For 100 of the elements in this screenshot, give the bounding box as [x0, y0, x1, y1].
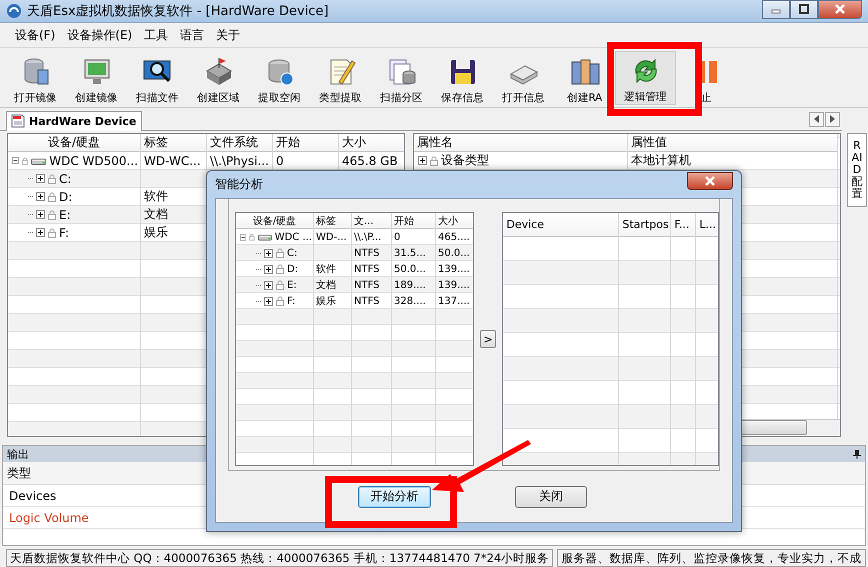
expand-toggle[interactable] [12, 156, 19, 166]
column-header[interactable]: 开始 [392, 213, 436, 229]
side-tab[interactable]: RAID配置 [847, 132, 867, 208]
column-header[interactable]: 大小 [436, 213, 473, 229]
table-cell: NTFS [354, 296, 380, 306]
table-cell: 0 [394, 232, 400, 242]
tree-item[interactable]: D: [59, 190, 72, 204]
table-cell: NTFS [354, 248, 380, 258]
menu-item[interactable]: 语言 [175, 25, 210, 46]
scroll-right-button[interactable] [825, 112, 840, 127]
toolbar-button-label[interactable]: 打开镜像 [14, 90, 57, 105]
table-cell-text: 文档 [316, 278, 336, 292]
scroll-left-button[interactable] [809, 112, 824, 127]
document-tab[interactable]: HardWare Device [6, 110, 142, 131]
column-header[interactable]: 标签 [314, 213, 352, 229]
pin-icon[interactable] [853, 450, 861, 459]
column-header[interactable]: 类型 [7, 464, 31, 482]
menu-item[interactable]: 关于 [211, 25, 246, 46]
table-cell: 50.0... [394, 264, 426, 274]
expand-toggle[interactable] [418, 156, 427, 166]
toolbar-button-label[interactable]: 逻辑管理 [624, 90, 667, 104]
close-icon [834, 4, 846, 14]
tree-item[interactable]: D: [287, 264, 298, 274]
lock-icon [276, 296, 284, 306]
column-header[interactable]: 设备/硬盘 [236, 213, 314, 229]
table-cell: 465.... [438, 232, 470, 242]
lock-icon [276, 264, 284, 274]
expand-toggle[interactable] [240, 232, 246, 242]
column-header[interactable]: 文件系统 [207, 134, 273, 152]
toolbar-button-label[interactable]: 止 [701, 90, 712, 105]
table-cell: WD-WC... [144, 154, 201, 168]
app-icon [6, 2, 22, 19]
minimize-button[interactable] [762, 0, 790, 19]
column-header[interactable]: 文... [352, 213, 392, 229]
table-cell: NTFS [354, 264, 380, 274]
column-header[interactable]: 标签 [141, 134, 207, 152]
table-cell: 娱乐 [144, 224, 168, 242]
column-header[interactable]: L... [696, 213, 718, 237]
table-cell: 139.... [438, 264, 470, 274]
tree-item[interactable]: WDC WD500... [49, 154, 138, 168]
status-text: 服务器、数据库、阵列、监控录像恢复，专业实力，不成 [557, 549, 866, 567]
output-row[interactable]: Logic Volume [9, 510, 89, 525]
output-row[interactable]: Devices [9, 488, 56, 503]
move-button[interactable]: > [480, 330, 496, 348]
expand-toggle[interactable] [264, 280, 273, 290]
menu-item[interactable]: 设备操作(E) [62, 25, 138, 46]
column-header[interactable]: 大小 [339, 134, 404, 152]
tree-item[interactable]: 设备类型 [441, 152, 489, 170]
expand-toggle[interactable] [36, 192, 45, 202]
table-cell: 189.... [394, 280, 426, 290]
column-header[interactable]: Device [503, 213, 620, 237]
drive-icon [258, 232, 272, 242]
expand-toggle[interactable] [264, 296, 273, 306]
toolbar-button-label[interactable]: 创建RA [567, 90, 602, 105]
tree-item[interactable]: C: [287, 248, 298, 258]
expand-toggle[interactable] [264, 248, 273, 258]
maximize-button[interactable] [790, 0, 818, 19]
column-header[interactable]: 设备/硬盘 [8, 134, 141, 152]
toolbar-button-label[interactable]: 创建区域 [197, 90, 240, 105]
menu-item[interactable]: 设备(F) [10, 25, 60, 46]
close-button[interactable] [818, 0, 862, 19]
table-cell: WD-... [316, 232, 347, 242]
table-cell: 0 [276, 154, 284, 168]
table-cell: NTFS [354, 280, 380, 290]
column-header[interactable]: Startpos [619, 213, 672, 237]
toolbar-button-label[interactable]: 类型提取 [319, 90, 362, 105]
tree-item[interactable]: E: [59, 208, 71, 222]
column-header[interactable]: 属性值 [628, 134, 838, 152]
lock-icon [48, 228, 56, 238]
toolbar-button-label[interactable]: 扫描文件 [136, 90, 179, 105]
menu-item[interactable]: 工具 [139, 25, 174, 46]
tree-item[interactable]: E: [287, 280, 297, 290]
triangle-left-icon [814, 115, 820, 124]
tree-item[interactable]: C: [59, 172, 72, 186]
toolbar-button-label[interactable]: 保存信息 [441, 90, 484, 105]
lock-icon [48, 174, 56, 184]
tree-item[interactable]: WDC ... [274, 232, 312, 242]
table-cell-text: 软件 [316, 263, 336, 276]
close-button[interactable] [687, 172, 733, 190]
table-cell: 465.8 GB [342, 154, 398, 168]
column-header[interactable]: 属性名 [414, 134, 628, 152]
tree-item[interactable]: F: [287, 296, 296, 306]
expand-toggle[interactable] [264, 264, 273, 274]
dialog-button[interactable]: 开始分析 [358, 486, 431, 508]
dialog-button[interactable]: 关闭 [515, 486, 587, 508]
expand-toggle[interactable] [36, 228, 45, 238]
toolbar-button-label[interactable]: 扫描分区 [380, 90, 423, 105]
toolbar-button-label[interactable]: 打开信息 [502, 90, 545, 105]
triangle-right-icon [830, 115, 836, 124]
lock-icon [430, 156, 438, 166]
column-header[interactable]: 开始 [273, 134, 339, 152]
column-header[interactable]: F... [671, 213, 696, 237]
toolbar-button-label[interactable]: 提取空闲 [258, 90, 301, 105]
panel-title: 输出 [7, 446, 29, 462]
lock-icon [276, 280, 284, 290]
toolbar-button-label[interactable]: 创建镜像 [75, 90, 118, 105]
tree-item[interactable]: F: [59, 226, 70, 240]
expand-toggle[interactable] [36, 174, 45, 184]
maximize-icon [799, 4, 809, 14]
expand-toggle[interactable] [36, 210, 45, 220]
